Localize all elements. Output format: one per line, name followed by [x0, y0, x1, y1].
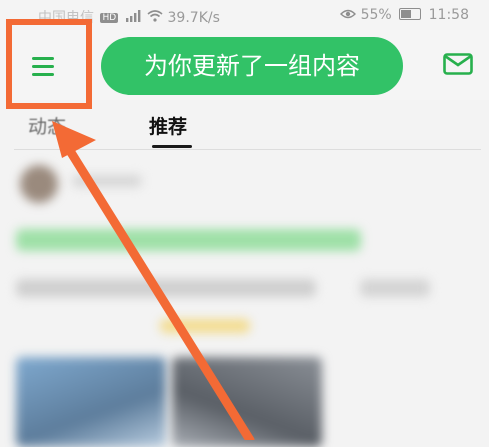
- network-speed: 39.7K/s: [167, 10, 220, 26]
- clock: 11:58: [428, 7, 469, 23]
- eye-icon: [340, 7, 360, 23]
- tabs-divider: [14, 149, 481, 150]
- tab-tuijian[interactable]: 推荐: [149, 112, 187, 139]
- battery-percent: 55%: [360, 7, 392, 23]
- avatar[interactable]: [20, 165, 58, 203]
- wifi-icon: [147, 10, 167, 26]
- hd-badge: HD: [100, 13, 119, 23]
- mail-icon: [443, 53, 473, 75]
- messages-button[interactable]: [443, 53, 473, 75]
- blurred-post-text-end: [360, 279, 430, 297]
- blurred-tag: [160, 319, 250, 333]
- annotation-highlight-box: [6, 19, 92, 109]
- blurred-username: [72, 175, 142, 187]
- signal-icon: [125, 10, 147, 26]
- update-toast: 为你更新了一组内容: [101, 37, 403, 95]
- feed-content: [0, 151, 489, 447]
- blurred-post-image[interactable]: [16, 357, 166, 447]
- blurred-post-image[interactable]: [172, 357, 322, 447]
- blurred-highlight-text: [16, 229, 361, 251]
- active-tab-indicator: [152, 145, 192, 148]
- battery-icon: [399, 8, 422, 20]
- blurred-post-text: [16, 279, 316, 297]
- tab-dongtai[interactable]: 动态: [28, 112, 66, 139]
